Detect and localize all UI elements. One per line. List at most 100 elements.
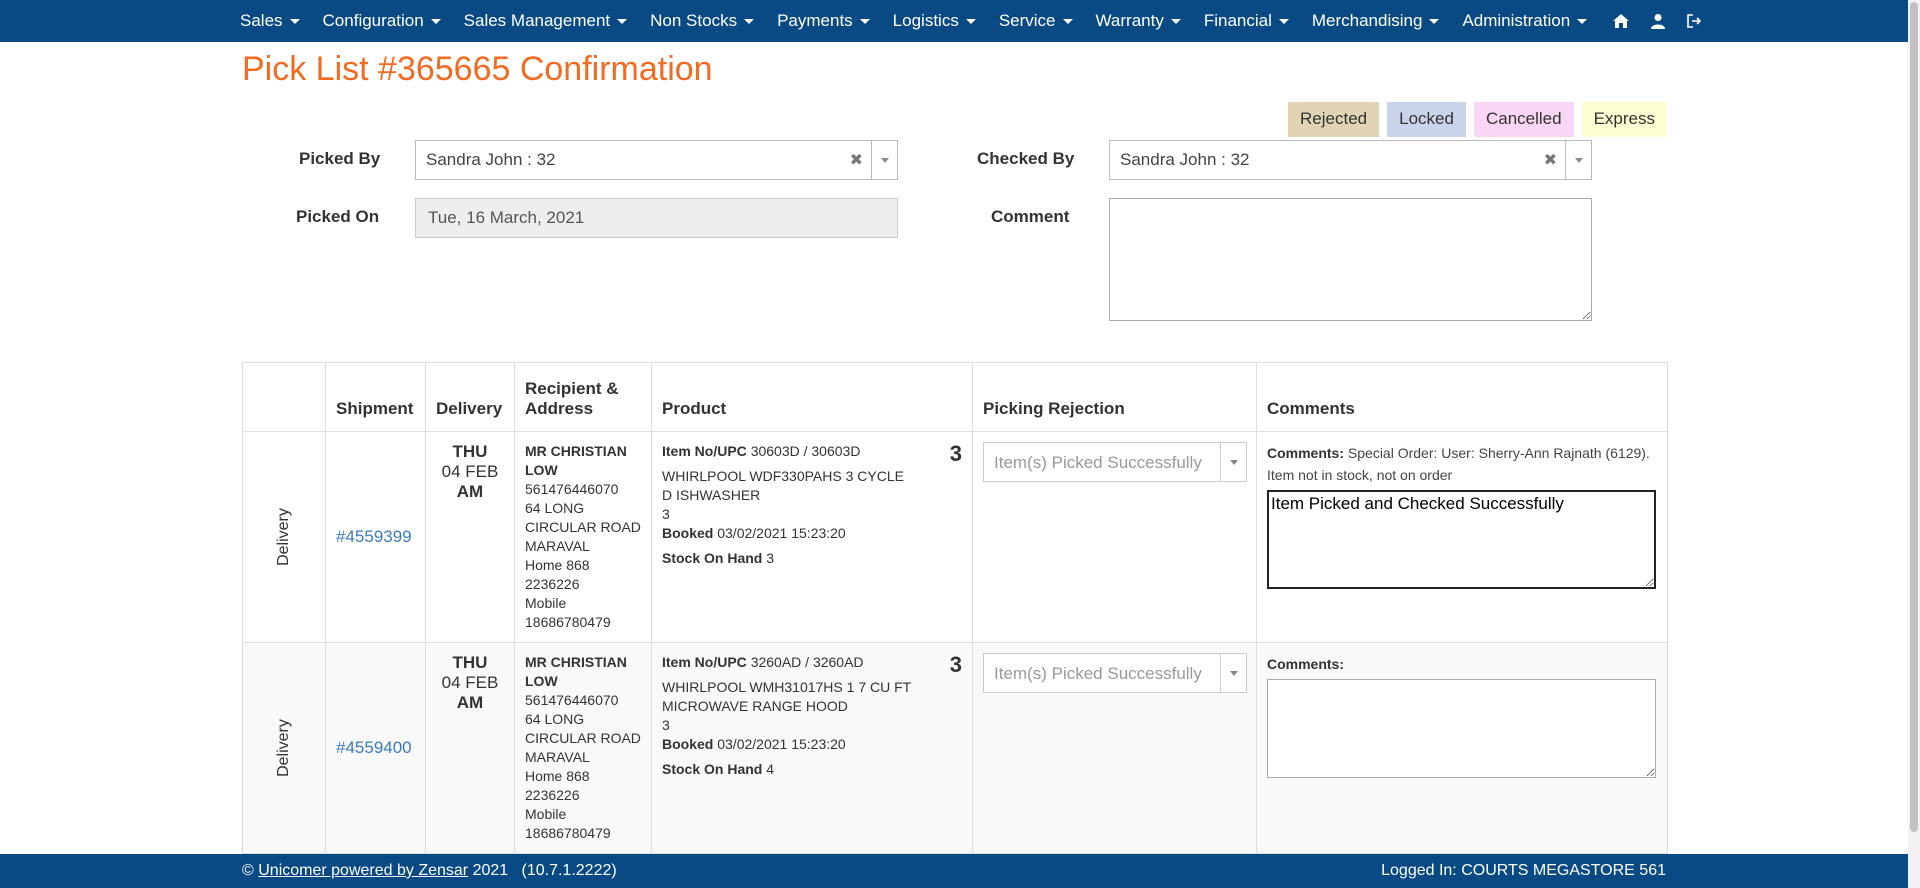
home-icon[interactable] <box>1612 13 1630 29</box>
caret-down-icon <box>859 18 870 24</box>
caret-down-icon <box>1170 18 1181 24</box>
delivery-day: THU <box>452 442 488 461</box>
clear-icon[interactable]: ✖ <box>850 150 863 170</box>
nav-sales-management[interactable]: Sales Management <box>463 11 628 31</box>
page-title: Pick List #365665 Confirmation <box>242 50 713 88</box>
rejection-placeholder: Item(s) Picked Successfully <box>994 453 1202 472</box>
row-comment-textarea[interactable]: Item Picked and Checked Successfully <box>1267 490 1656 589</box>
stock-row: Stock On Hand 4 <box>662 760 962 779</box>
row-comment-textarea[interactable] <box>1267 679 1656 778</box>
product-description: WHIRLPOOL WMH31017HS 1 7 CU FT MICROWAVE… <box>662 679 911 714</box>
nav-non-stocks[interactable]: Non Stocks <box>650 11 755 31</box>
comment-textarea[interactable] <box>1109 198 1592 321</box>
rejection-placeholder: Item(s) Picked Successfully <box>994 664 1202 683</box>
nav-label: Financial <box>1203 11 1272 30</box>
comments-label: Comments: <box>1267 445 1345 461</box>
nav-configuration[interactable]: Configuration <box>323 11 441 31</box>
nav-label: Warranty <box>1095 11 1164 30</box>
table-row: Delivery #4559400 THU 04 FEB AM MR CHRIS… <box>242 642 1668 854</box>
caret-down-icon <box>617 18 628 24</box>
product-cell: 3 Item No/UPC 30603D / 30603D WHIRLPOOL … <box>651 431 973 643</box>
nav-label: Sales Management <box>463 11 611 30</box>
nav-icons <box>1612 13 1722 29</box>
address-line1: 64 LONG CIRCULAR ROAD <box>525 500 641 535</box>
item-no-row: Item No/UPC 3260AD / 3260AD <box>662 653 962 672</box>
page-scrollbar[interactable] <box>1908 0 1920 888</box>
logged-in-status: Logged In: COURTS MEGASTORE 561 <box>1381 862 1666 879</box>
chevron-down-icon[interactable] <box>871 141 897 179</box>
checked-by-select[interactable]: Sandra John : 32 ✖ <box>1109 140 1592 180</box>
booked-label: Booked <box>662 736 714 752</box>
nav-warranty[interactable]: Warranty <box>1096 11 1181 31</box>
clear-icon[interactable]: ✖ <box>1544 150 1557 170</box>
shipment-link[interactable]: #4559400 <box>336 738 412 757</box>
item-no-value: 3260AD / 3260AD <box>750 654 864 670</box>
booked-row: Booked 03/02/2021 15:23:20 <box>662 524 962 543</box>
nav-label: Logistics <box>892 11 959 30</box>
nav-payments[interactable]: Payments <box>777 11 870 31</box>
comments-cell: Comments: Special Order: User: Sherry-An… <box>1256 431 1668 643</box>
delivery-slot: AM <box>456 482 484 501</box>
footer-company-link[interactable]: Unicomer powered by Zensar <box>258 862 468 879</box>
mobile-phone: Mobile 18686780479 <box>525 595 611 630</box>
header-recipient: Recipient & Address <box>514 362 652 432</box>
mobile-phone: Mobile 18686780479 <box>525 806 611 841</box>
nav-logistics[interactable]: Logistics <box>893 11 976 31</box>
legend-locked: Locked <box>1387 102 1466 137</box>
stock-row: Stock On Hand 3 <box>662 549 962 568</box>
picked-by-select[interactable]: Sandra John : 32 ✖ <box>415 140 898 180</box>
picking-rejection-select[interactable]: Item(s) Picked Successfully <box>983 653 1247 693</box>
header-shipment: Shipment <box>325 362 426 432</box>
scrollbar-thumb[interactable] <box>1910 2 1918 832</box>
type-label: Delivery <box>274 719 292 777</box>
nav-label: Non Stocks <box>650 11 738 30</box>
rejection-cell: Item(s) Picked Successfully <box>972 431 1257 643</box>
logout-icon[interactable] <box>1686 14 1702 28</box>
nav-sales[interactable]: Sales <box>240 11 300 31</box>
item-no-row: Item No/UPC 30603D / 30603D <box>662 442 962 461</box>
caret-down-icon <box>1577 18 1588 24</box>
product-cell: 3 Item No/UPC 3260AD / 3260AD WHIRLPOOL … <box>651 642 973 854</box>
delivery-date: 04 FEB <box>441 673 499 692</box>
pick-list-table: Shipment Delivery Recipient & Address Pr… <box>242 362 1668 854</box>
delivery-cell: THU 04 FEB AM <box>425 642 515 854</box>
nav-label: Payments <box>777 11 853 30</box>
product-description: WHIRLPOOL WDF330PAHS 3 CYCLE D ISHWASHER <box>662 468 904 503</box>
product-qty: 3 <box>949 652 962 677</box>
nav-financial[interactable]: Financial <box>1204 11 1289 31</box>
caret-down-icon <box>1278 18 1289 24</box>
stock-label: Stock On Hand <box>662 761 763 777</box>
nav-administration[interactable]: Administration <box>1462 11 1588 31</box>
delivery-cell: THU 04 FEB AM <box>425 431 515 643</box>
shipment-link[interactable]: #4559399 <box>336 527 412 546</box>
description-qty: 3 <box>662 506 670 522</box>
user-icon[interactable] <box>1650 13 1666 29</box>
delivery-slot: AM <box>456 693 484 712</box>
description-qty: 3 <box>662 717 670 733</box>
table-row: Delivery #4559399 THU 04 FEB AM MR CHRIS… <box>242 431 1668 643</box>
delivery-date: 04 FEB <box>441 462 499 481</box>
picked-on-field: Tue, 16 March, 2021 <box>415 198 898 238</box>
chevron-down-icon[interactable] <box>1565 141 1591 179</box>
caret-down-icon <box>1062 18 1073 24</box>
nav-merchandising[interactable]: Merchandising <box>1312 11 1440 31</box>
recipient-name: MR CHRISTIAN LOW <box>525 654 627 689</box>
comment-label: Comment <box>991 207 1070 226</box>
booked-value: 03/02/2021 15:23:20 <box>717 525 846 541</box>
picking-rejection-select[interactable]: Item(s) Picked Successfully <box>983 442 1247 482</box>
nav-label: Service <box>998 11 1056 30</box>
rejection-cell: Item(s) Picked Successfully <box>972 642 1257 854</box>
chevron-down-icon[interactable] <box>1220 654 1246 692</box>
home-phone: Home 868 2236226 <box>525 768 590 803</box>
booked-row: Booked 03/02/2021 15:23:20 <box>662 735 962 754</box>
chevron-down-icon[interactable] <box>1220 443 1246 481</box>
caret-down-icon <box>1429 18 1440 24</box>
caret-down-icon <box>744 18 755 24</box>
stock-value: 3 <box>766 550 775 566</box>
recipient-cell: MR CHRISTIAN LOW 561476446070 64 LONG CI… <box>514 642 652 854</box>
recipient-name: MR CHRISTIAN LOW <box>525 443 627 478</box>
comments-cell: Comments: <box>1256 642 1668 854</box>
booked-label: Booked <box>662 525 714 541</box>
nav-service[interactable]: Service <box>999 11 1073 31</box>
type-label: Delivery <box>274 508 292 566</box>
